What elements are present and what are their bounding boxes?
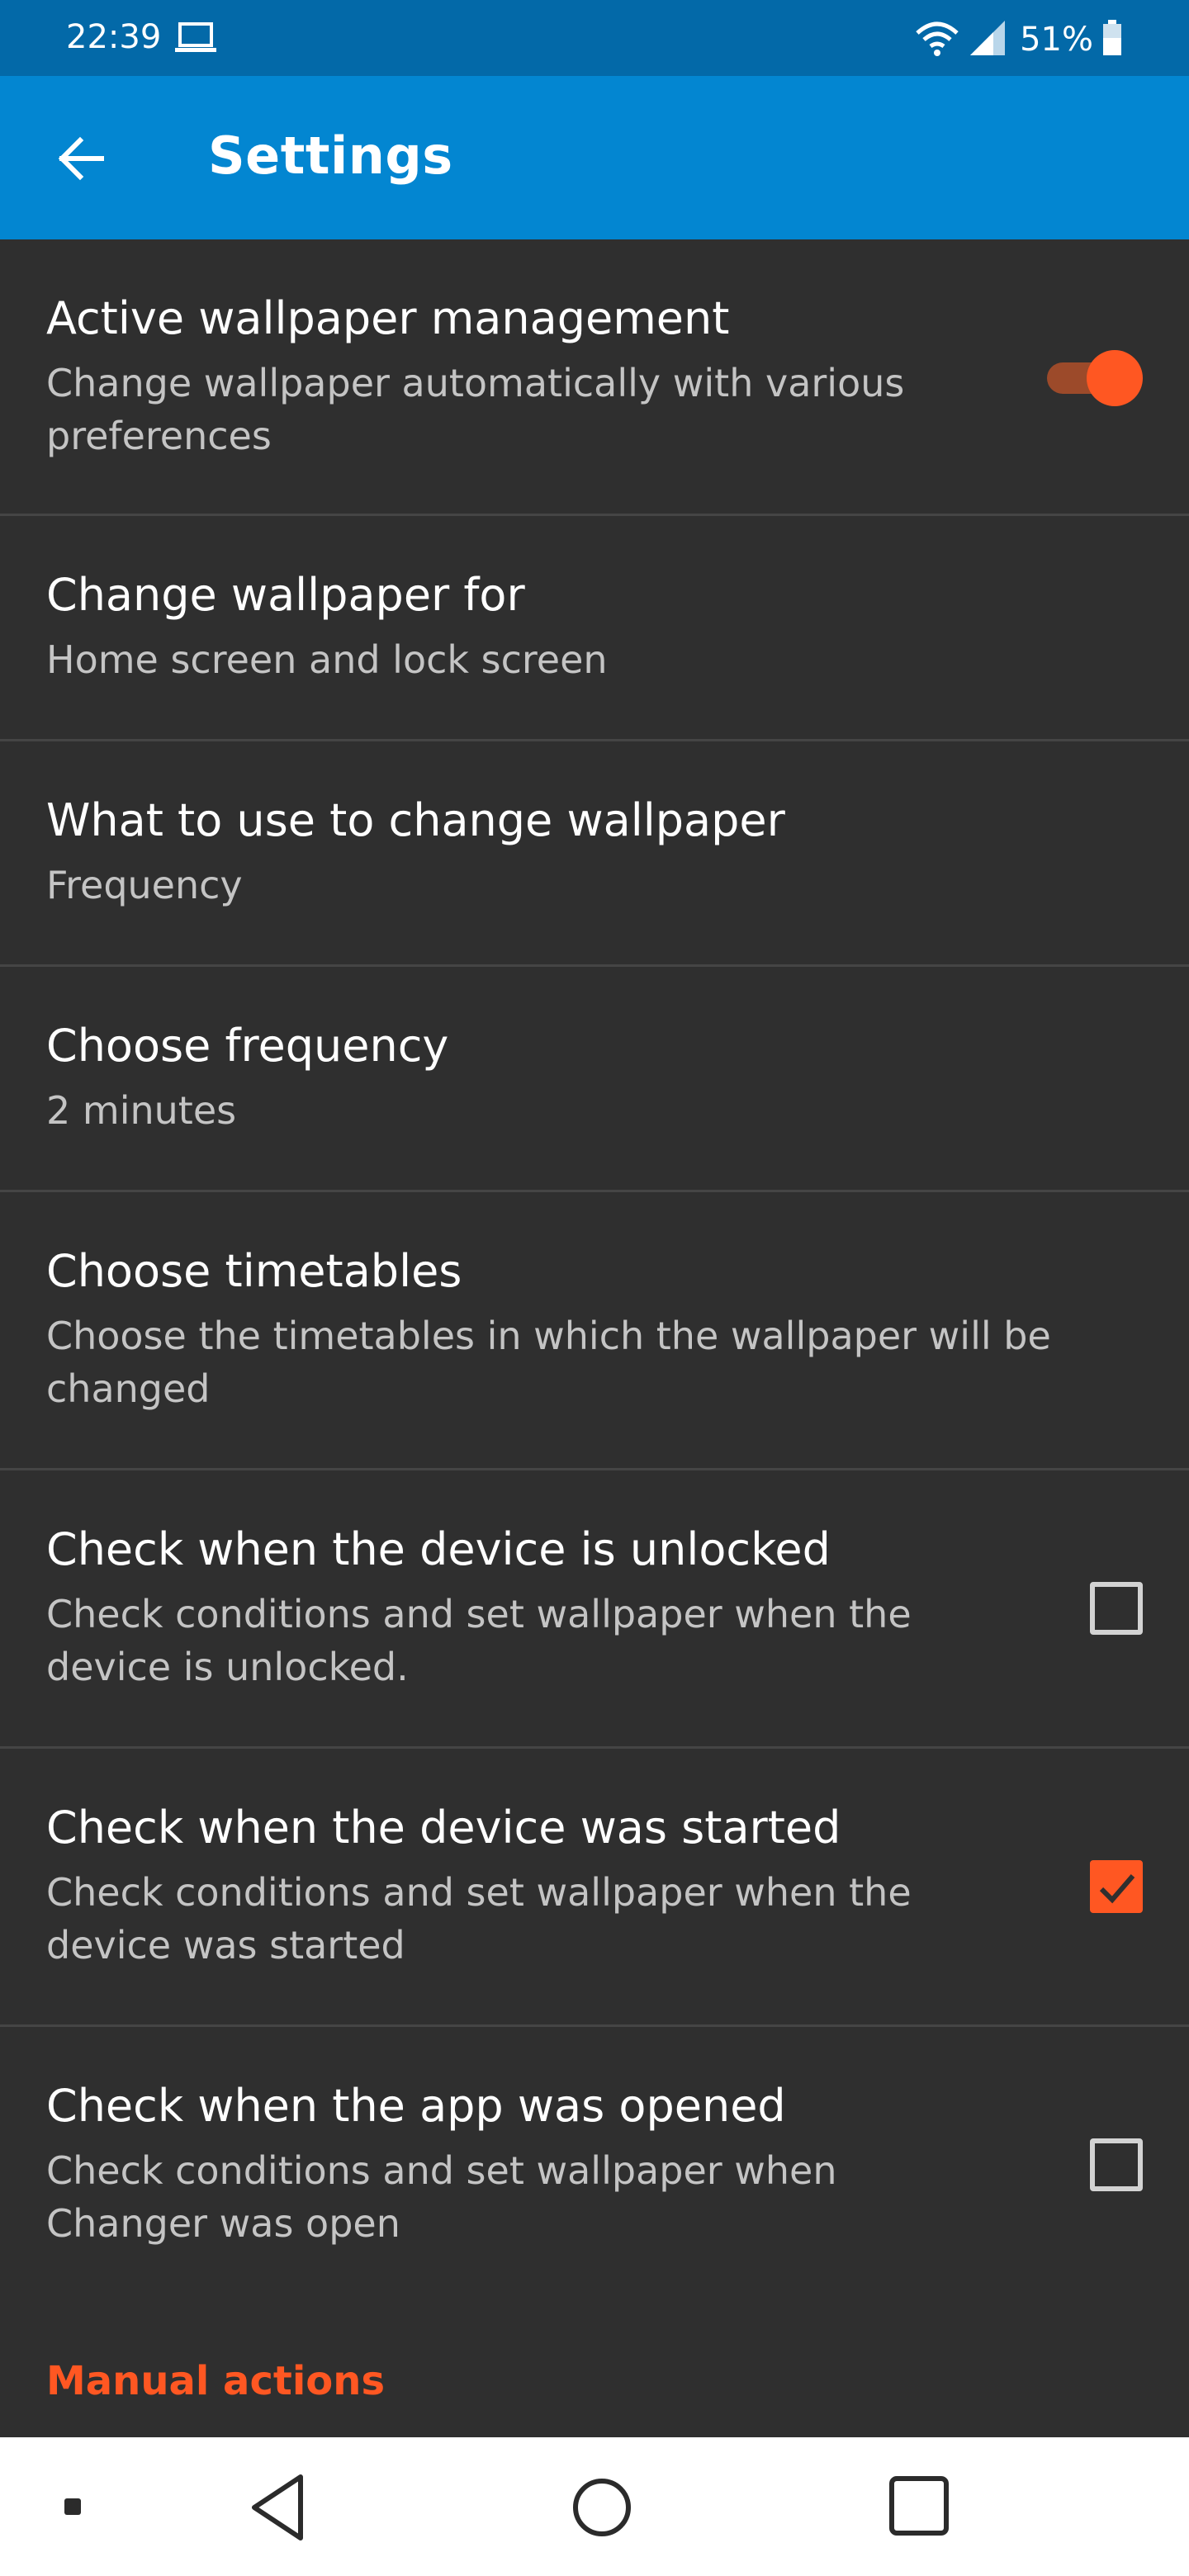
setting-summary: 2 minutes bbox=[46, 1088, 237, 1133]
dot-icon[interactable] bbox=[64, 2498, 81, 2515]
setting-title: Change wallpaper for bbox=[46, 569, 525, 621]
signal-icon bbox=[969, 19, 1007, 60]
checkbox-unchecked[interactable] bbox=[1090, 1582, 1143, 1635]
setting-choose-frequency[interactable]: Choose frequency 2 minutes bbox=[0, 967, 1189, 1192]
setting-title: Choose timetables bbox=[46, 1245, 462, 1297]
app-bar: Settings bbox=[0, 76, 1189, 239]
setting-title: Active wallpaper management bbox=[46, 292, 730, 344]
arrow-left-icon bbox=[58, 136, 104, 181]
battery-percent: 51% bbox=[1020, 21, 1093, 59]
toggle-thumb bbox=[1087, 350, 1143, 406]
status-time: 22:39 bbox=[66, 18, 162, 56]
setting-title: What to use to change wallpaper bbox=[46, 794, 785, 846]
recents-square-icon[interactable] bbox=[883, 2470, 958, 2548]
checkbox-unchecked[interactable] bbox=[1090, 2138, 1143, 2191]
setting-summary: Check conditions and set wallpaper when … bbox=[46, 2148, 837, 2246]
settings-list: Active wallpaper management Change wallp… bbox=[0, 239, 1189, 2303]
setting-choose-timetables[interactable]: Choose timetables Choose the timetables … bbox=[0, 1192, 1189, 1470]
setting-title: Check when the app was opened bbox=[46, 2080, 786, 2132]
setting-active-wallpaper-management[interactable]: Active wallpaper management Change wallp… bbox=[0, 239, 1189, 516]
setting-summary: Frequency bbox=[46, 863, 243, 907]
laptop-icon bbox=[175, 21, 218, 58]
setting-title: Check when the device was started bbox=[46, 1802, 841, 1854]
system-nav-bar bbox=[0, 2437, 1189, 2576]
setting-summary: Choose the timetables in which the wallp… bbox=[46, 1314, 1051, 1411]
status-bar: 22:39 51% bbox=[0, 0, 1189, 76]
page-title: Settings bbox=[208, 125, 453, 186]
section-header-manual-actions: Manual actions bbox=[46, 2358, 386, 2404]
setting-change-wallpaper-for[interactable]: Change wallpaper for Home screen and loc… bbox=[0, 516, 1189, 741]
setting-title: Check when the device is unlocked bbox=[46, 1523, 831, 1575]
setting-summary: Check conditions and set wallpaper when … bbox=[46, 1592, 912, 1689]
wifi-icon bbox=[914, 18, 960, 61]
setting-summary: Home screen and lock screen bbox=[46, 637, 608, 682]
setting-summary: Change wallpaper automatically with vari… bbox=[46, 361, 905, 458]
checkmark-icon bbox=[1099, 1874, 1135, 1904]
toggle-switch[interactable] bbox=[1044, 348, 1143, 406]
checkbox-checked[interactable] bbox=[1090, 1860, 1143, 1913]
home-circle-icon[interactable] bbox=[565, 2470, 639, 2548]
setting-check-app-opened[interactable]: Check when the app was opened Check cond… bbox=[0, 2027, 1189, 2303]
setting-check-unlocked[interactable]: Check when the device is unlocked Check … bbox=[0, 1470, 1189, 1749]
setting-what-to-use[interactable]: What to use to change wallpaper Frequenc… bbox=[0, 741, 1189, 967]
back-triangle-icon[interactable] bbox=[246, 2470, 312, 2548]
battery-icon bbox=[1101, 20, 1123, 59]
setting-title: Choose frequency bbox=[46, 1020, 449, 1072]
back-button[interactable] bbox=[43, 121, 117, 196]
setting-check-started[interactable]: Check when the device was started Check … bbox=[0, 1749, 1189, 2027]
setting-summary: Check conditions and set wallpaper when … bbox=[46, 1870, 912, 1968]
